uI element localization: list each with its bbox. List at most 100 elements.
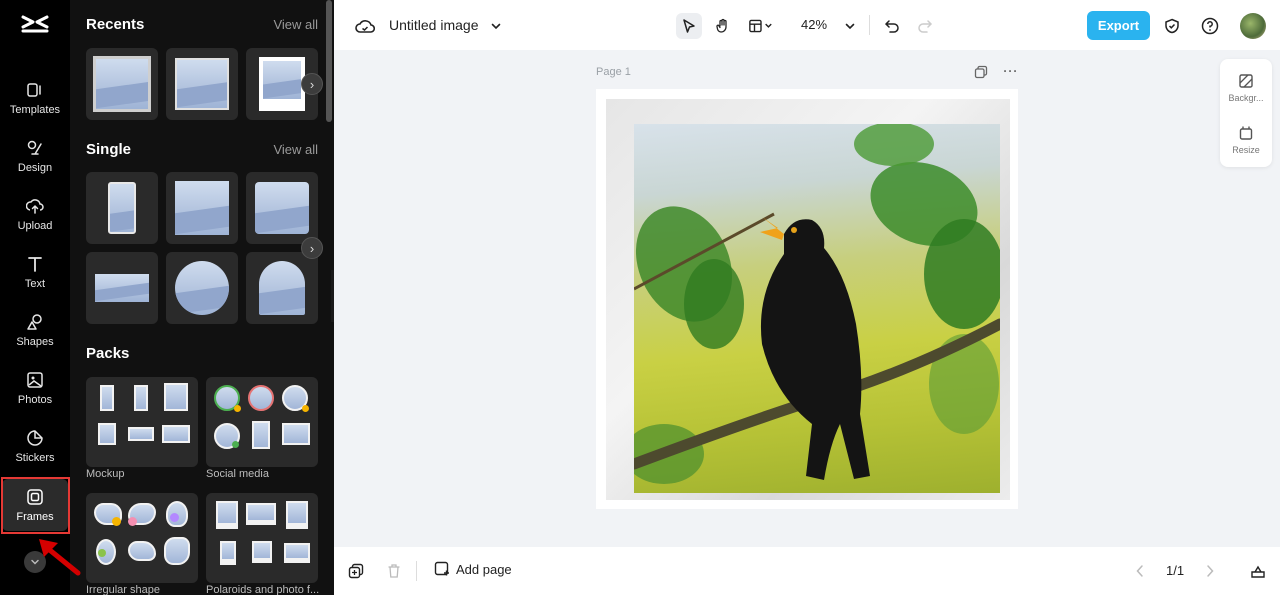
export-button[interactable]: Export [1087, 11, 1150, 40]
more-options-icon[interactable]: ··· [1003, 64, 1018, 78]
top-toolbar: Untitled image 42% Export [334, 0, 1280, 50]
rail-item-text[interactable]: Text [2, 246, 68, 298]
document-title[interactable]: Untitled image [389, 17, 479, 33]
hand-tool-button[interactable] [710, 13, 736, 39]
trash-icon [388, 564, 400, 578]
duplicate-icon [348, 563, 364, 579]
rail-item-label: Text [24, 277, 46, 290]
add-page-icon [434, 561, 449, 576]
single-frame-wide[interactable] [86, 252, 158, 324]
shield-icon [1165, 18, 1179, 34]
plastic-frame[interactable] [606, 99, 1010, 500]
chevron-left-icon [1136, 565, 1143, 577]
page-counter: 1/1 [1166, 563, 1185, 578]
pack-label: Social media [206, 468, 269, 480]
bird-photo[interactable] [634, 124, 1000, 493]
single-frame-rounded[interactable] [246, 172, 318, 244]
single-frame-arch[interactable] [246, 252, 318, 324]
chevron-right-icon [1207, 565, 1214, 577]
rail-item-stickers[interactable]: Stickers [2, 420, 68, 472]
redo-icon [918, 20, 933, 33]
help-icon [1201, 17, 1219, 35]
resize-label: Resize [1232, 145, 1260, 155]
app-window: Templates Design Upload Text Shapes Phot… [0, 0, 1280, 595]
packs-title: Packs [86, 345, 130, 362]
pack-irregular-shape[interactable] [86, 493, 198, 583]
single-frame-square[interactable] [166, 172, 238, 244]
layout-menu-button[interactable] [748, 13, 774, 39]
single-next-button[interactable]: › [301, 237, 323, 259]
rail-item-photos[interactable]: Photos [2, 362, 68, 414]
layers-icon [1251, 565, 1265, 578]
pack-polaroids[interactable] [206, 493, 318, 583]
toolbar-divider [869, 15, 870, 35]
duplicate-page-button[interactable] [346, 561, 366, 581]
undo-icon [884, 20, 899, 33]
upload-icon [26, 198, 44, 214]
frames-highlight-box [1, 477, 70, 534]
rail-item-label: Shapes [16, 335, 54, 348]
pack-social-media[interactable] [206, 377, 318, 467]
previous-page-button[interactable] [1130, 561, 1150, 581]
background-label: Backgr... [1228, 93, 1264, 103]
page-panel-button[interactable] [1248, 561, 1268, 581]
pack-label: Irregular shape [86, 584, 160, 595]
delete-page-button[interactable] [384, 561, 404, 581]
duplicate-page-icon[interactable] [974, 64, 991, 78]
cloud-save-icon[interactable] [352, 13, 378, 39]
capcut-logo-icon[interactable] [20, 11, 50, 39]
rail-item-upload[interactable]: Upload [2, 188, 68, 240]
single-title: Single [86, 141, 132, 158]
background-icon [1239, 74, 1253, 88]
zoom-dropdown-button[interactable] [837, 13, 863, 39]
undo-button[interactable] [879, 13, 905, 39]
hand-icon [716, 18, 727, 33]
chevron-down-icon [845, 23, 855, 30]
rail-item-templates[interactable]: Templates [2, 72, 68, 124]
recent-frame-1[interactable] [86, 48, 158, 120]
rail-item-label: Design [17, 161, 53, 174]
shield-button[interactable] [1159, 13, 1185, 39]
background-button[interactable]: Backgr... [1220, 63, 1272, 113]
redo-button[interactable] [912, 13, 938, 39]
add-page-button[interactable]: Add page [434, 561, 512, 577]
text-icon [28, 256, 42, 272]
single-frame-circle[interactable] [166, 252, 238, 324]
select-tool-button[interactable] [676, 13, 702, 39]
single-frame-portrait[interactable] [86, 172, 158, 244]
recent-frame-2[interactable] [166, 48, 238, 120]
pack-mockup[interactable] [86, 377, 198, 467]
resize-icon [1239, 126, 1253, 140]
recents-view-all-link[interactable]: View all [273, 17, 318, 32]
page-tools: ··· [974, 64, 1018, 79]
single-view-all-link[interactable]: View all [273, 142, 318, 157]
design-icon [27, 140, 42, 155]
next-page-button[interactable] [1200, 561, 1220, 581]
stickers-icon [27, 429, 43, 446]
frame-preview [175, 58, 229, 110]
frame-preview [93, 56, 151, 112]
resize-button[interactable]: Resize [1220, 115, 1272, 165]
annotation-arrow-icon [39, 539, 81, 576]
rail-item-label: Templates [9, 103, 61, 116]
avatar[interactable] [1240, 13, 1266, 39]
pack-label: Polaroids and photo f... [206, 584, 320, 595]
recents-title: Recents [86, 16, 145, 33]
frames-panel: Recents View all › Single View all › Pac… [70, 0, 334, 595]
rail-item-shapes[interactable]: Shapes [2, 304, 68, 356]
chevron-down-icon[interactable] [483, 13, 509, 39]
help-button[interactable] [1197, 13, 1223, 39]
rail-item-label: Stickers [15, 451, 55, 464]
page-label: Page 1 [596, 66, 631, 78]
panel-scrollbar[interactable] [326, 0, 332, 122]
rail-item-design[interactable]: Design [2, 130, 68, 182]
recents-next-button[interactable]: › [301, 73, 323, 95]
left-rail: Templates Design Upload Text Shapes Phot… [0, 0, 70, 595]
blackbird-image [634, 124, 1000, 484]
rail-item-label: Photos [17, 393, 53, 406]
add-page-label: Add page [456, 561, 512, 577]
cursor-icon [683, 19, 695, 33]
design-page[interactable] [596, 89, 1018, 509]
canvas-area: Page 1 ··· Backgr... Resize [334, 50, 1280, 547]
zoom-level[interactable]: 42% [801, 17, 827, 32]
